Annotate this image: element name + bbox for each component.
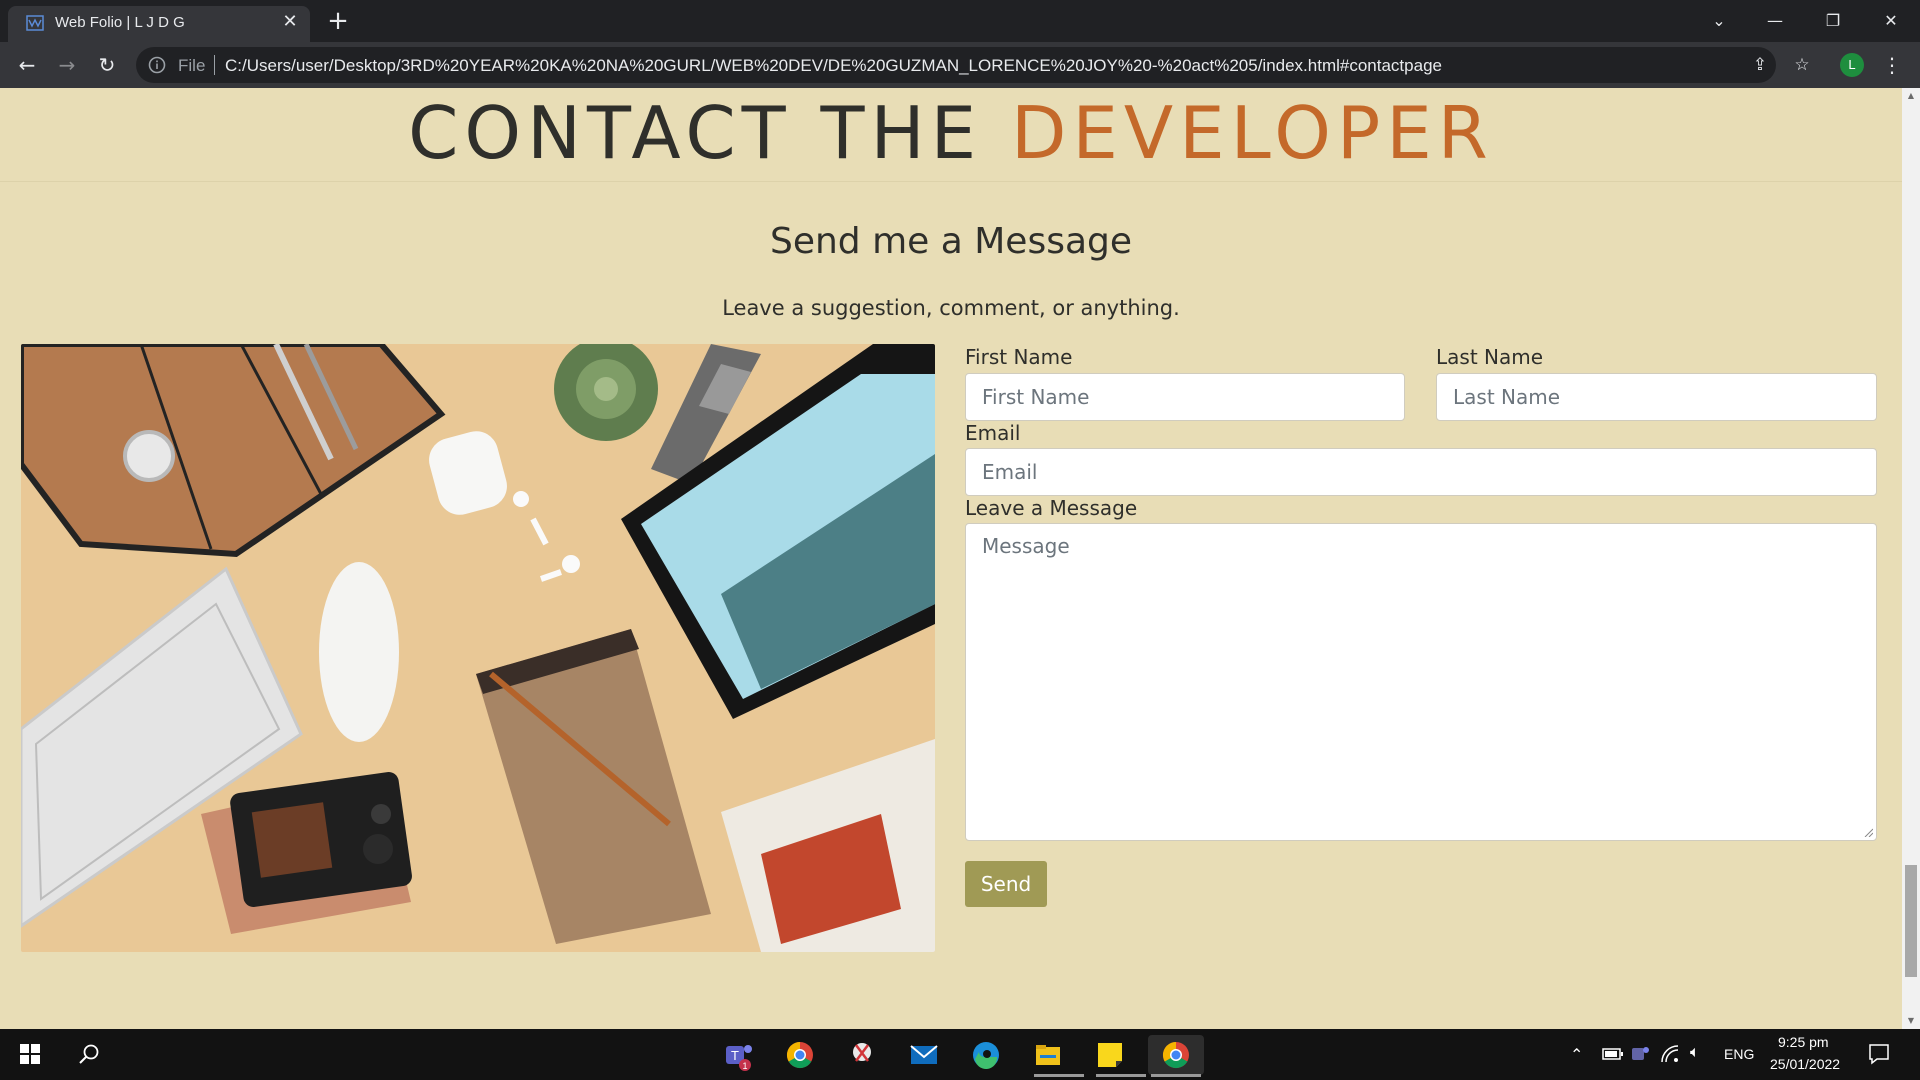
scroll-up-icon[interactable]: ▲	[1902, 88, 1920, 104]
teams-tray-icon[interactable]	[1630, 1045, 1650, 1063]
restore-button[interactable]: ❐	[1810, 6, 1856, 36]
first-name-input[interactable]: First Name	[965, 373, 1405, 421]
page-title-accent: DEVELOPER	[1010, 91, 1494, 175]
battery-icon[interactable]	[1602, 1047, 1624, 1061]
windows-taskbar: T 1 ⌃ 🔈︎ ENG 9:25 pm 25/01/2022	[0, 1029, 1920, 1080]
sticky-notes-icon[interactable]	[1090, 1035, 1146, 1077]
chrome-open-indicator	[1151, 1074, 1201, 1077]
tray-chevron-icon[interactable]: ⌃	[1570, 1045, 1583, 1065]
email-label: Email	[965, 421, 1021, 445]
reload-icon[interactable]: ↻	[92, 50, 122, 80]
teams-icon[interactable]: T 1	[718, 1035, 758, 1075]
bookmark-star-icon[interactable]: ☆	[1790, 53, 1814, 77]
clock-time[interactable]: 9:25 pm	[1778, 1034, 1829, 1050]
forward-arrow-icon[interactable]: →	[52, 50, 82, 80]
back-arrow-icon[interactable]: ←	[12, 50, 42, 80]
mail-icon[interactable]	[904, 1035, 944, 1075]
scroll-down-icon[interactable]: ▼	[1902, 1013, 1920, 1029]
share-icon[interactable]: ⇪	[1748, 53, 1772, 77]
profile-avatar[interactable]: L	[1840, 53, 1864, 77]
address-bar[interactable]: File C:/Users/user/Desktop/3RD%20YEAR%20…	[136, 47, 1776, 83]
page-title: CONTACT THE DEVELOPER	[0, 91, 1902, 175]
explorer-open-indicator	[1034, 1074, 1084, 1077]
search-icon[interactable]	[78, 1043, 100, 1065]
close-window-button[interactable]: ✕	[1868, 6, 1914, 36]
info-icon[interactable]	[148, 56, 166, 74]
minimize-button[interactable]: —	[1752, 6, 1798, 36]
form-heading: Send me a Message	[769, 221, 1133, 262]
browser-titlebar: Web Folio | L J D G ✕ + ⌄ — ❐ ✕	[0, 0, 1920, 42]
page-viewport: CONTACT THE DEVELOPER Send me a Message …	[0, 88, 1902, 1029]
chrome-icon[interactable]	[780, 1035, 820, 1075]
windows-start-icon[interactable]	[20, 1044, 40, 1064]
scroll-thumb[interactable]	[1905, 865, 1917, 977]
message-placeholder: Message	[982, 534, 1070, 558]
send-button[interactable]: Send	[965, 861, 1047, 907]
page-scrollbar[interactable]: ▲ ▼	[1902, 88, 1920, 1029]
new-tab-button[interactable]: +	[325, 8, 351, 34]
browser-tab[interactable]: Web Folio | L J D G ✕	[8, 6, 310, 42]
desk-flatlay-photo	[21, 344, 935, 952]
mouse-icon	[319, 562, 399, 742]
site-favicon-icon	[26, 15, 44, 31]
message-label: Leave a Message	[965, 496, 1138, 520]
form-subheading: Leave a suggestion, comment, or anything…	[722, 296, 1180, 320]
file-scheme-label: File	[178, 56, 206, 75]
browser-menu-icon[interactable]: ⋮	[1880, 51, 1904, 79]
browser-toolbar: ← → ↻ File C:/Users/user/Desktop/3RD%20Y…	[0, 42, 1920, 88]
last-name-label: Last Name	[1436, 345, 1544, 369]
page-title-main: CONTACT THE	[408, 91, 983, 175]
email-input[interactable]: Email	[965, 448, 1877, 496]
clock-date[interactable]: 25/01/2022	[1770, 1056, 1840, 1072]
edge-icon[interactable]	[966, 1035, 1006, 1075]
tab-close-icon[interactable]: ✕	[280, 12, 300, 32]
teams-badge: 1	[742, 1061, 747, 1071]
message-textarea[interactable]: Message	[965, 523, 1877, 841]
tab-title: Web Folio | L J D G	[55, 14, 185, 31]
notifications-icon[interactable]	[1868, 1043, 1890, 1065]
url-text[interactable]: C:/Users/user/Desktop/3RD%20YEAR%20KA%20…	[225, 56, 1442, 76]
omnibox-separator	[214, 55, 215, 75]
svg-text:T: T	[731, 1048, 739, 1063]
snip-icon[interactable]	[842, 1035, 882, 1075]
language-indicator[interactable]: ENG	[1724, 1046, 1754, 1062]
chrome-active-icon[interactable]	[1148, 1035, 1204, 1077]
file-explorer-icon[interactable]	[1028, 1035, 1084, 1077]
first-name-label: First Name	[965, 345, 1073, 369]
volume-icon[interactable]: 🔈︎	[1690, 1044, 1700, 1062]
last-name-input[interactable]: Last Name	[1436, 373, 1877, 421]
sticky-open-indicator	[1096, 1074, 1146, 1077]
wifi-icon[interactable]	[1660, 1044, 1680, 1064]
tab-search-icon[interactable]: ⌄	[1696, 6, 1742, 36]
section-divider	[0, 181, 1902, 182]
resize-grip-icon[interactable]	[1863, 827, 1873, 837]
